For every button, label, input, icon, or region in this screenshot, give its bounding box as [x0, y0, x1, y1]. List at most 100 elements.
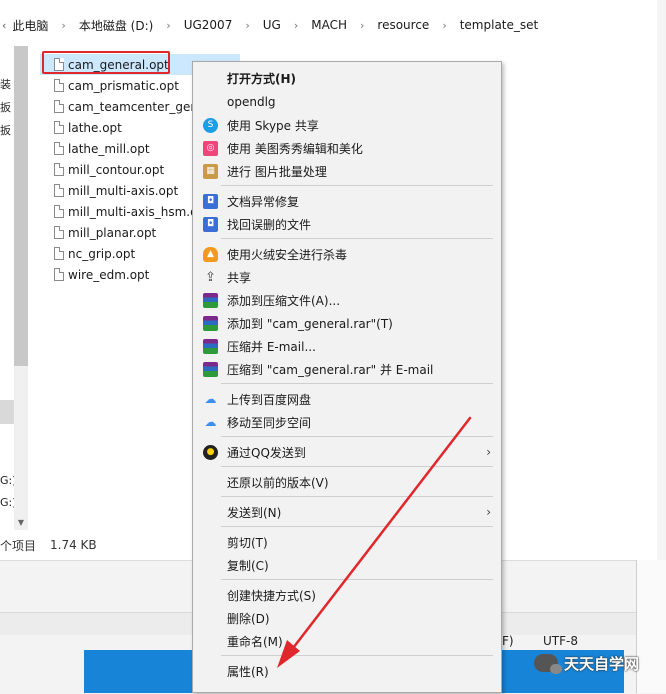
- file-name: mill_multi-axis.opt: [68, 183, 179, 198]
- baidu-cloud-icon: ☁: [204, 392, 217, 406]
- chevron-right-icon[interactable]: ›: [442, 19, 446, 32]
- menu-item-label: 移动至同步空间: [227, 415, 312, 430]
- menu-item-meitu[interactable]: ◎ 使用 美图秀秀编辑和美化: [193, 137, 501, 159]
- menu-item-skype-share[interactable]: S 使用 Skype 共享: [193, 114, 501, 136]
- file-name: cam_teamcenter_gen: [68, 99, 198, 114]
- huorong-icon: ▲: [203, 246, 218, 262]
- chevron-right-icon[interactable]: ›: [294, 19, 298, 32]
- menu-item-label: 添加到 "cam_general.rar"(T): [227, 316, 393, 331]
- file-name: mill_contour.opt: [68, 162, 165, 177]
- address-bar[interactable]: ‹ 此电脑 › 本地磁盘 (D:) › UG2007 › UG › MACH ›…: [0, 0, 666, 46]
- chevron-right-icon[interactable]: ›: [245, 19, 249, 32]
- doc-repair-icon: ◘: [203, 193, 218, 209]
- highlight-box: [42, 51, 170, 74]
- nav-item-fragment[interactable]: 扳: [0, 99, 11, 115]
- winrar-icon: [203, 315, 218, 331]
- breadcrumb-item-template-set[interactable]: template_set: [460, 18, 539, 32]
- status-size: 1.74 KB: [50, 538, 97, 552]
- breadcrumb-item-mach[interactable]: MACH: [311, 18, 347, 32]
- menu-divider: [221, 238, 493, 239]
- menu-item-restore-versions[interactable]: 还原以前的版本(V): [193, 471, 501, 493]
- image-batch-icon: ▦: [203, 163, 218, 179]
- menu-item-label: 打开方式(H): [227, 71, 297, 86]
- menu-item-send-to[interactable]: 发送到(N) ›: [193, 501, 501, 523]
- menu-item-properties[interactable]: 属性(R): [193, 660, 501, 682]
- menu-item-label: opendlg: [227, 95, 276, 109]
- breadcrumb-item-resource[interactable]: resource: [377, 18, 429, 32]
- menu-item-huorong-scan[interactable]: ▲ 使用火绒安全进行杀毒: [193, 243, 501, 265]
- file-recover-icon: ◘: [203, 216, 218, 232]
- menu-item-image-batch[interactable]: ▦ 进行 图片批量处理: [193, 160, 501, 182]
- skype-icon: S: [203, 117, 218, 133]
- context-menu: 打开方式(H) opendlg S 使用 Skype 共享 ◎ 使用 美图秀秀编…: [192, 61, 502, 693]
- nav-pane-scrollbar[interactable]: ▼: [14, 46, 28, 530]
- file-name: nc_grip.opt: [68, 246, 136, 261]
- menu-item-label: 重命名(M): [227, 634, 283, 649]
- file-icon: [54, 142, 64, 155]
- nav-selected-item[interactable]: [0, 400, 14, 424]
- menu-divider: [221, 655, 493, 656]
- menu-item-cut[interactable]: 剪切(T): [193, 531, 501, 553]
- menu-item-add-to-rar[interactable]: 添加到 "cam_general.rar"(T): [193, 312, 501, 334]
- watermark-text: 天天自学网: [564, 654, 640, 673]
- menu-item-copy[interactable]: 复制(C): [193, 554, 501, 576]
- scroll-down-icon[interactable]: ▼: [14, 516, 28, 530]
- file-name: mill_multi-axis_hsm.op: [68, 204, 206, 219]
- chevron-right-icon[interactable]: ›: [61, 19, 65, 32]
- winrar-icon: [203, 292, 218, 308]
- menu-item-label: 还原以前的版本(V): [227, 475, 329, 490]
- menu-item-baidu-upload[interactable]: ☁ 上传到百度网盘: [193, 388, 501, 410]
- menu-item-doc-repair[interactable]: ◘ 文档异常修复: [193, 190, 501, 212]
- file-icon: [54, 247, 64, 260]
- status-item-count: 个项目: [0, 538, 37, 553]
- chevron-right-icon: ›: [486, 505, 491, 519]
- breadcrumb: ‹ 此电脑 › 本地磁盘 (D:) › UG2007 › UG › MACH ›…: [0, 16, 538, 34]
- chevron-right-icon[interactable]: ›: [166, 19, 170, 32]
- menu-item-delete[interactable]: 删除(D): [193, 607, 501, 629]
- status-bar: 个项目 1.74 KB: [0, 535, 200, 555]
- menu-item-label: 压缩并 E-mail...: [227, 339, 316, 354]
- chevron-right-icon[interactable]: ›: [360, 19, 364, 32]
- menu-item-file-recover[interactable]: ◘ 找回误删的文件: [193, 213, 501, 235]
- file-icon: [54, 205, 64, 218]
- menu-item-label: 共享: [227, 270, 252, 285]
- menu-divider: [221, 185, 493, 186]
- nav-item-fragment[interactable]: 装: [0, 76, 11, 92]
- file-name: mill_planar.opt: [68, 225, 157, 240]
- menu-item-label: 找回误删的文件: [227, 217, 312, 232]
- menu-divider: [221, 436, 493, 437]
- menu-item-sync-space[interactable]: ☁ 移动至同步空间: [193, 411, 501, 433]
- menu-item-opendlg[interactable]: opendlg: [193, 91, 501, 113]
- menu-item-add-to-archive[interactable]: 添加到压缩文件(A)...: [193, 289, 501, 311]
- menu-item-send-via-qq[interactable]: ● 通过QQ发送到 ›: [193, 441, 501, 463]
- menu-item-open-with[interactable]: 打开方式(H): [193, 67, 501, 89]
- share-icon: ⇪: [205, 269, 216, 285]
- chevron-left-icon[interactable]: ‹: [2, 19, 6, 32]
- menu-item-rename[interactable]: 重命名(M): [193, 630, 501, 652]
- scrollbar-thumb[interactable]: [14, 46, 28, 366]
- background-window-edge: [636, 560, 666, 693]
- menu-item-compress-rar-email[interactable]: 压缩到 "cam_general.rar" 并 E-mail: [193, 358, 501, 380]
- file-name: lathe_mill.opt: [68, 141, 150, 156]
- breadcrumb-item-ug[interactable]: UG: [263, 18, 281, 32]
- menu-item-share[interactable]: ⇪ 共享: [193, 266, 501, 288]
- navigation-pane[interactable]: 装 扳 扳 G:) G:): [0, 46, 17, 530]
- breadcrumb-item-ug2007[interactable]: UG2007: [184, 18, 233, 32]
- menu-item-label: 使用火绒安全进行杀毒: [227, 247, 348, 262]
- file-icon: [54, 100, 64, 113]
- menu-item-compress-email[interactable]: 压缩并 E-mail...: [193, 335, 501, 357]
- menu-item-label: 删除(D): [227, 611, 270, 626]
- file-list-scrollbar[interactable]: [657, 0, 666, 560]
- menu-item-label: 上传到百度网盘: [227, 392, 312, 407]
- encoding-label[interactable]: UTF-8: [543, 634, 578, 648]
- menu-item-label: 添加到压缩文件(A)...: [227, 293, 341, 308]
- nav-item-fragment[interactable]: 扳: [0, 122, 11, 138]
- wechat-icon: [534, 654, 562, 674]
- menu-divider: [221, 526, 493, 527]
- watermark: 天天自学网: [534, 650, 639, 676]
- breadcrumb-item-this-pc[interactable]: 此电脑: [12, 17, 48, 34]
- chevron-right-icon: ›: [486, 445, 491, 459]
- breadcrumb-item-drive-d[interactable]: 本地磁盘 (D:): [79, 17, 153, 34]
- menu-item-label: 复制(C): [227, 558, 269, 573]
- menu-item-create-shortcut[interactable]: 创建快捷方式(S): [193, 584, 501, 606]
